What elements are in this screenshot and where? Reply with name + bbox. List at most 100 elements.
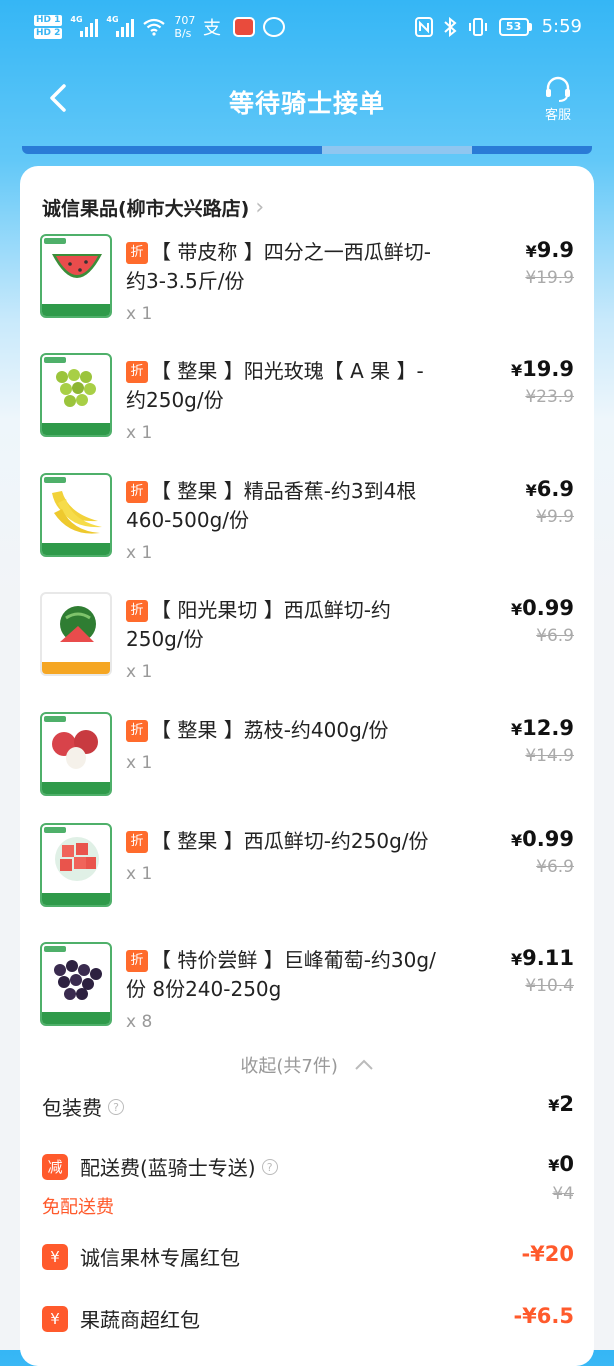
packing-fee-label: 包装费 xyxy=(42,1092,102,1121)
product-image-watermelon-quarter xyxy=(40,234,112,318)
product-image-shine-muscat-grape xyxy=(40,353,112,437)
headset-icon xyxy=(543,76,573,102)
order-item[interactable]: 折【 阳光果切 】西瓜鲜切-约250g/份 x 1 ¥0.99 ¥6.9 xyxy=(40,592,574,702)
item-price: ¥9.11 xyxy=(511,946,574,970)
page-title: 等待骑士接单 xyxy=(0,84,614,120)
order-item[interactable]: 折【 整果 】荔枝-约400g/份 x 1 ¥12.9 ¥14.9 xyxy=(40,712,574,822)
discount-badge: 折 xyxy=(126,481,148,503)
hd2-label: HD 2 xyxy=(34,28,62,39)
item-original-price: ¥6.9 xyxy=(511,857,574,877)
speed-unit: B/s xyxy=(174,27,195,40)
item-quantity: x 1 xyxy=(126,304,436,324)
order-item[interactable]: 折【 整果 】精品香蕉-约3到4根460-500g/份 x 1 ¥6.9 ¥9.… xyxy=(40,473,574,583)
nfc-icon xyxy=(415,17,433,37)
grocery-red-packet-row: ¥ 果蔬商超红包 -¥6.5 xyxy=(42,1304,574,1333)
battery-icon: 53 xyxy=(499,18,532,36)
item-name: 【 整果 】精品香蕉-约3到4根460-500g/份 xyxy=(126,479,416,532)
wifi-icon xyxy=(142,18,166,36)
store-red-packet-label: 诚信果林专属红包 xyxy=(80,1242,240,1271)
signal-icon: 4G xyxy=(70,17,98,37)
store-name: 诚信果品(柳市大兴路店) xyxy=(42,194,249,221)
delivery-fee-row: 减 配送费(蓝骑士专送) ? 免配送费 ¥0 ¥4 xyxy=(42,1152,574,1219)
item-original-price: ¥19.9 xyxy=(525,268,574,288)
item-original-price: ¥14.9 xyxy=(511,746,574,766)
hd-indicator: HD 1 HD 2 xyxy=(34,14,62,40)
vibrate-icon xyxy=(467,17,489,37)
customer-service-button[interactable]: 客服 xyxy=(528,76,588,123)
discount-icon: 减 xyxy=(42,1154,68,1180)
free-delivery-note: 免配送费 xyxy=(42,1193,574,1219)
order-item[interactable]: 折【 特价尝鲜 】巨峰葡萄-约30g/份 8份240-250g x 8 ¥9.1… xyxy=(40,942,574,1052)
signal-icon-2: 4G xyxy=(106,17,134,37)
collapse-label: 收起(共7件) xyxy=(240,1056,338,1077)
help-icon[interactable]: ? xyxy=(262,1159,278,1175)
speed-value: 707 xyxy=(174,14,195,27)
item-original-price: ¥23.9 xyxy=(511,387,574,407)
clock: 5:59 xyxy=(542,16,582,37)
order-item[interactable]: 折【 整果 】西瓜鲜切-约250g/份 x 1 ¥0.99 ¥6.9 xyxy=(40,823,574,933)
product-image-kyoho-grape xyxy=(40,942,112,1026)
delivery-fee-value: ¥0 xyxy=(548,1152,574,1176)
order-item[interactable]: 折【 带皮称 】四分之一西瓜鲜切-约3-3.5斤/份 x 1 ¥9.9 ¥19.… xyxy=(40,234,574,344)
item-name: 【 整果 】阳光玫瑰【 A 果 】-约250g/份 xyxy=(126,359,424,412)
discount-badge: 折 xyxy=(126,720,148,742)
item-quantity: x 1 xyxy=(126,543,436,563)
battery-level: 53 xyxy=(499,18,529,36)
collapse-items-button[interactable]: 收起(共7件) xyxy=(20,1052,594,1078)
discount-badge: 折 xyxy=(126,361,148,383)
discount-badge: 折 xyxy=(126,600,148,622)
packing-fee-value: ¥2 xyxy=(548,1092,574,1116)
store-red-packet-row: ¥ 诚信果林专属红包 -¥20 xyxy=(42,1242,574,1271)
item-name: 【 特价尝鲜 】巨峰葡萄-约30g/份 8份240-250g xyxy=(126,948,436,1001)
svg-text:支: 支 xyxy=(203,18,221,37)
item-original-price: ¥9.9 xyxy=(526,507,574,527)
item-price: ¥9.9 xyxy=(525,238,574,262)
item-original-price: ¥10.4 xyxy=(511,976,574,996)
item-quantity: x 1 xyxy=(126,662,436,682)
help-icon[interactable]: ? xyxy=(108,1099,124,1115)
item-price: ¥19.9 xyxy=(511,357,574,381)
network-speed: 707 B/s xyxy=(174,14,195,40)
item-original-price: ¥6.9 xyxy=(511,626,574,646)
packing-fee-row: 包装费 ? ¥2 xyxy=(42,1092,574,1121)
item-price: ¥6.9 xyxy=(526,477,574,501)
product-image-watermelon-slice xyxy=(40,592,112,676)
store-red-packet-value: -¥20 xyxy=(521,1242,574,1266)
red-packet-icon: ¥ xyxy=(42,1306,68,1332)
delivery-fee-original: ¥4 xyxy=(552,1184,574,1204)
product-image-lychee xyxy=(40,712,112,796)
item-price: ¥12.9 xyxy=(511,716,574,740)
chevron-right-icon: › xyxy=(255,195,264,220)
discount-badge: 折 xyxy=(126,242,148,264)
item-name: 【 阳光果切 】西瓜鲜切-约250g/份 xyxy=(126,598,391,651)
item-quantity: x 1 xyxy=(126,423,436,443)
order-item[interactable]: 折【 整果 】阳光玫瑰【 A 果 】-约250g/份 x 1 ¥19.9 ¥23… xyxy=(40,353,574,463)
discount-badge: 折 xyxy=(126,831,148,853)
grocery-red-packet-label: 果蔬商超红包 xyxy=(80,1304,200,1333)
chevron-up-icon xyxy=(354,1059,374,1071)
product-image-banana xyxy=(40,473,112,557)
product-image-watermelon-cubes xyxy=(40,823,112,907)
item-quantity: x 8 xyxy=(126,1012,436,1032)
banner-strip xyxy=(22,146,592,154)
item-price: ¥0.99 xyxy=(511,596,574,620)
customer-service-label: 客服 xyxy=(545,108,571,123)
grocery-red-packet-value: -¥6.5 xyxy=(513,1304,574,1328)
item-quantity: x 1 xyxy=(126,864,436,884)
discount-badge: 折 xyxy=(126,950,148,972)
alipay-icon: 支 xyxy=(203,17,225,37)
bluetooth-icon xyxy=(443,17,457,37)
app-notification-icon xyxy=(233,17,255,37)
red-packet-icon: ¥ xyxy=(42,1244,68,1270)
item-name: 【 整果 】荔枝-约400g/份 xyxy=(151,718,389,742)
network-type-1: 4G xyxy=(70,15,82,24)
item-name: 【 整果 】西瓜鲜切-约250g/份 xyxy=(151,829,429,853)
network-type-2: 4G xyxy=(106,15,118,24)
hd1-label: HD 1 xyxy=(34,15,62,26)
item-price: ¥0.99 xyxy=(511,827,574,851)
status-bar: HD 1 HD 2 4G 4G 707 B/s 支 xyxy=(0,0,614,62)
app-notification-icon-2 xyxy=(263,17,285,37)
store-link[interactable]: 诚信果品(柳市大兴路店) › xyxy=(42,194,264,221)
delivery-fee-label: 配送费(蓝骑士专送) xyxy=(80,1152,256,1181)
nav-bar: 等待骑士接单 客服 xyxy=(0,62,614,138)
